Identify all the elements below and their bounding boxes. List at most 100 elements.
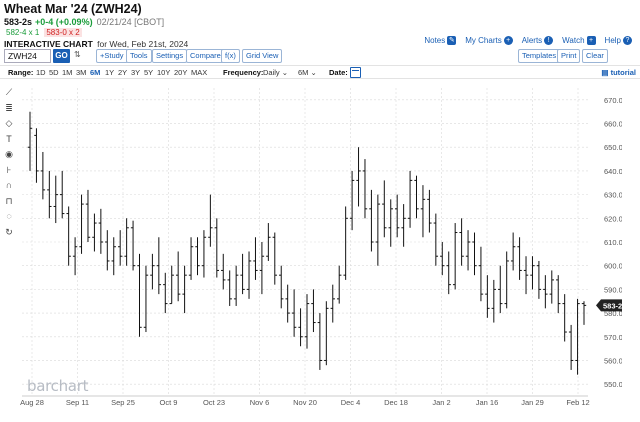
ohlc-bar (98, 208, 104, 254)
fx-button[interactable]: f(x) (221, 49, 240, 63)
ohlc-bar (304, 294, 310, 349)
measure-tool-icon[interactable]: ⊦ (2, 164, 16, 177)
range-1d[interactable]: 1D (36, 68, 46, 77)
range-10y[interactable]: 10Y (157, 68, 170, 77)
bid-ask: 582-4 x 1 583-0 x 2 (4, 28, 82, 37)
ohlc-bar (27, 111, 33, 171)
price-chart[interactable]: 550.0560.0570.0580.0590.0600.0610.0620.0… (18, 82, 622, 412)
fib-tool-icon[interactable]: ≣ (2, 102, 16, 115)
range-2y[interactable]: 2Y (118, 68, 127, 77)
top-links: Notes ✎ My Charts + Alerts! Watch + Help? (424, 36, 632, 46)
symbol-input[interactable] (4, 49, 51, 63)
line-tool-icon[interactable]: ⟋ (2, 86, 16, 99)
settings-button[interactable]: Settings (152, 49, 188, 63)
reset-icon[interactable]: ↻ (2, 226, 16, 239)
tutorial-link[interactable]: ▤ tutorial (601, 68, 636, 77)
my-charts-link[interactable]: My Charts + (465, 36, 513, 46)
range-1m[interactable]: 1M (62, 68, 72, 77)
frequency-label: Frequency: (223, 68, 264, 77)
ohlc-bar (150, 253, 155, 290)
compare-button[interactable]: Compare (186, 49, 225, 63)
x-tick-label: Dec 4 (341, 398, 361, 407)
watch-icon: + (586, 36, 596, 46)
go-button[interactable]: GO (53, 49, 70, 63)
range-5y[interactable]: 5Y (144, 68, 153, 77)
x-tick-label: Sep 11 (66, 398, 89, 407)
y-tick-label: 600.0 (604, 262, 622, 271)
y-tick-label: 670.0 (604, 96, 622, 105)
ohlc-bar (311, 289, 316, 333)
x-tick-label: Sep 25 (111, 398, 135, 407)
ohlc-bar (388, 199, 393, 247)
calendar-icon[interactable] (350, 67, 361, 78)
notes-label: Notes (424, 36, 446, 45)
ohlc-bar (53, 175, 58, 224)
watch-link[interactable]: Watch + (562, 36, 596, 46)
ohlc-bar (440, 242, 445, 276)
sort-icon[interactable]: ⇅ (74, 50, 81, 59)
range-1y[interactable]: 1Y (105, 68, 114, 77)
ohlc-bar (452, 223, 458, 290)
range-max[interactable]: MAX (191, 68, 207, 77)
period-value: 6M (298, 68, 309, 77)
ohlc-bar (472, 232, 477, 276)
y-tick-label: 620.0 (604, 214, 622, 223)
range-3m[interactable]: 3M (76, 68, 86, 77)
erase-icon[interactable]: ◌ (2, 210, 16, 223)
ohlc-bar (143, 265, 149, 333)
ohlc-bar (111, 237, 116, 276)
print-button[interactable]: Print (557, 49, 581, 63)
alerts-link[interactable]: Alerts! (522, 36, 554, 46)
ohlc-bar (549, 270, 554, 304)
chart-subtitle: INTERACTIVE CHART for Wed, Feb 21st, 202… (4, 39, 188, 49)
eye-icon[interactable]: ◉ (2, 148, 16, 161)
x-tick-label: Jan 16 (476, 398, 499, 407)
ohlc-bar (40, 151, 46, 200)
ohlc-bar (208, 194, 213, 247)
period-select[interactable]: 6M ⌄ (298, 68, 317, 77)
tools-button[interactable]: Tools (126, 49, 152, 63)
ohlc-bar (330, 284, 335, 323)
ohlc-bar (285, 284, 290, 323)
range-5d[interactable]: 5D (49, 68, 59, 77)
ohlc-bar (375, 194, 381, 266)
ohlc-bar (394, 194, 400, 238)
add-study-button[interactable]: +Study (96, 49, 128, 63)
templates-button[interactable]: Templates (518, 49, 561, 63)
lock-icon[interactable]: ⊓ (2, 195, 16, 208)
ohlc-bar (163, 272, 168, 314)
range-20y[interactable]: 20Y (174, 68, 187, 77)
ohlc-bar (401, 204, 406, 247)
y-tick-label: 570.0 (604, 333, 622, 342)
last-price: 583-2s (4, 17, 33, 27)
page-title: Wheat Mar '24 (ZWH24) (4, 2, 142, 16)
ohlc-bar (536, 260, 542, 299)
help-link[interactable]: Help? (605, 36, 632, 46)
ohlc-bar (433, 213, 439, 266)
ohlc-bar (298, 308, 303, 347)
magnet-icon[interactable]: ∩ (2, 179, 16, 192)
chart-for-date: for Wed, Feb 21st, 2024 (97, 39, 189, 49)
shape-tool-icon[interactable]: ◇ (2, 117, 16, 130)
range-3y[interactable]: 3Y (131, 68, 140, 77)
y-tick-label: 550.0 (604, 380, 622, 389)
ohlc-bar (201, 230, 207, 278)
notes-link[interactable]: Notes ✎ (424, 36, 457, 46)
clear-button[interactable]: Clear (582, 49, 608, 63)
ohlc-bar (420, 185, 426, 238)
y-tick-label: 610.0 (604, 238, 622, 247)
frequency-select[interactable]: Daily ⌄ (263, 68, 288, 77)
ohlc-bar (362, 159, 368, 219)
ohlc-bar (556, 275, 561, 314)
ohlc-bar (117, 230, 123, 266)
tutorial-label: tutorial (610, 68, 636, 77)
grid-view-button[interactable]: Grid View (242, 49, 283, 63)
ohlc-bar (195, 237, 200, 276)
ohlc-bar (137, 253, 142, 337)
ohlc-bar (382, 180, 387, 238)
range-6m[interactable]: 6M (90, 68, 100, 77)
ohlc-bar (66, 206, 71, 266)
ohlc-bar (272, 232, 277, 285)
chart-toolbar: GO ⇅ +Study Tools Settings Compare f(x) … (4, 49, 636, 64)
text-tool-icon[interactable]: T (2, 133, 16, 146)
